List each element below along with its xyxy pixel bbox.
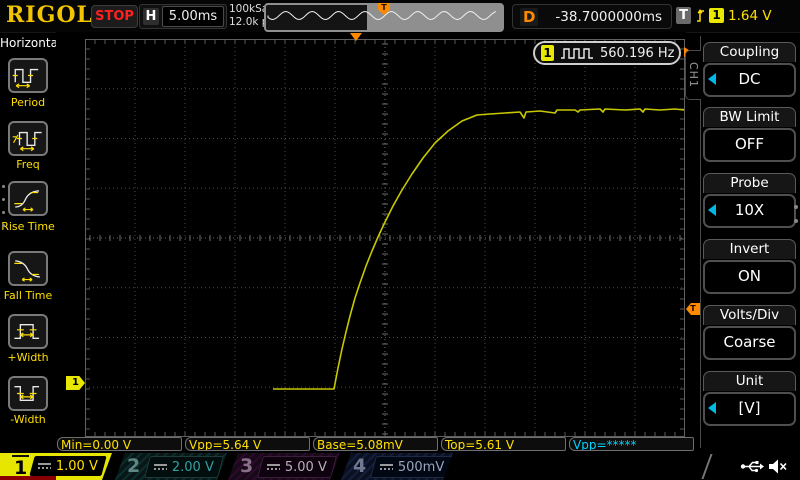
- left-scroll-dot: [2, 224, 5, 227]
- trigger-position-marker[interactable]: [350, 33, 362, 41]
- brand-logo: RIGOL: [6, 2, 93, 28]
- horizontal-label: H: [143, 8, 159, 25]
- frequency-counter: 1 560.196 Hz: [533, 41, 681, 65]
- measurement-top[interactable]: Top=5.61 V: [441, 437, 566, 451]
- minus-width-label: -Width: [0, 413, 56, 426]
- channel-2-digit: 2: [127, 455, 140, 477]
- freq-icon: [11, 125, 45, 152]
- trigger-level-marker[interactable]: T: [686, 303, 700, 315]
- graticule-and-trace: [85, 39, 685, 437]
- rising-edge-icon: [695, 7, 705, 24]
- freq-button[interactable]: [8, 121, 48, 156]
- counter-value: 560.196 Hz: [600, 46, 675, 61]
- selector-arrow-icon: [708, 204, 716, 216]
- coupling-value[interactable]: DC: [703, 63, 796, 97]
- softkey-probe[interactable]: Probe 10X: [703, 173, 796, 228]
- softkey-coupling[interactable]: Coupling DC: [703, 42, 796, 97]
- channel-4-tab[interactable]: 4 500mV: [341, 453, 453, 480]
- delay-readout: D -38.7000000ms: [512, 4, 672, 29]
- freq-label: Freq: [0, 158, 56, 171]
- usb-icon: [740, 458, 766, 475]
- right-menu-channel-tab: CH1: [685, 50, 701, 100]
- fall-time-icon: [11, 255, 45, 282]
- channel-tab-label: CH1: [687, 62, 700, 88]
- unit-label: Unit: [703, 371, 796, 391]
- softkey-unit[interactable]: Unit [V]: [703, 371, 796, 426]
- channel-3-scale-box: 5.00 V: [257, 456, 337, 478]
- left-menu-title: Horizontal: [0, 36, 56, 50]
- softkey-bw-limit[interactable]: BW Limit OFF: [703, 107, 796, 162]
- channel-1-underline: [0, 476, 56, 480]
- softkey-invert[interactable]: Invert ON: [703, 239, 796, 294]
- trigger-label: T: [676, 7, 691, 24]
- fall-time-button[interactable]: [8, 251, 48, 286]
- minus-width-icon: [11, 380, 45, 407]
- measurement-min[interactable]: Min=0.00 V: [57, 437, 182, 451]
- bw-limit-value[interactable]: OFF: [703, 128, 796, 162]
- fall-time-label: Fall Time: [0, 289, 56, 302]
- volts-div-value[interactable]: Coarse: [703, 326, 796, 360]
- period-button[interactable]: [8, 58, 48, 93]
- top-status-bar: RIGOL STOP H 5.00ms 100kSa/s 12.0k pts T…: [0, 0, 800, 33]
- volts-div-label: Volts/Div: [703, 305, 796, 325]
- channel-4-scale-box: 500mV: [370, 456, 454, 478]
- left-scroll-dot: [2, 198, 5, 201]
- measurement-vpp[interactable]: Vpp=5.64 V: [185, 437, 310, 451]
- measurement-vpp2[interactable]: Vpp=*****: [569, 437, 694, 451]
- plus-width-icon: [11, 318, 45, 345]
- run-state-badge: STOP: [91, 5, 138, 28]
- dc-coupling-icon: [154, 464, 167, 470]
- horizontal-scale-value: 5.00ms: [162, 6, 224, 27]
- probe-label: Probe: [703, 173, 796, 193]
- softkey-volts-div[interactable]: Volts/Div Coarse: [703, 305, 796, 360]
- delay-value: -38.7000000ms: [546, 9, 671, 25]
- period-label: Period: [0, 96, 56, 109]
- measurement-bar: Min=0.00 V Vpp=5.64 V Base=5.08mV Top=5.…: [57, 437, 694, 451]
- rise-time-button[interactable]: [8, 181, 48, 216]
- trigger-level-value: 1.64 V: [728, 8, 772, 24]
- dc-coupling-icon: [38, 463, 51, 469]
- speaker-muted-icon: [768, 457, 788, 476]
- channel-1-scale-box: 1.00 V: [29, 456, 106, 476]
- rise-time-label: Rise Time: [0, 220, 56, 233]
- waveform-display: 1 560.196 Hz 1 Min=0.00 V Vpp=5.64 V Bas…: [56, 32, 686, 452]
- counter-channel-badge: 1: [541, 45, 554, 61]
- ch1-ground-marker[interactable]: 1: [66, 376, 85, 390]
- probe-value[interactable]: 10X: [703, 194, 796, 228]
- channel-3-tab[interactable]: 3 5.00 V: [228, 453, 340, 480]
- waveform-position-preview[interactable]: T: [264, 3, 504, 32]
- channel-status-bar: 1 1.00 V 2 2.00 V 3 5.00 V 4 500mV: [0, 453, 800, 480]
- invert-label: Invert: [703, 239, 796, 259]
- left-scroll-dot: [2, 211, 5, 214]
- plus-width-label: +Width: [0, 351, 56, 364]
- channel-3-digit: 3: [240, 455, 253, 477]
- channel-2-tab[interactable]: 2 2.00 V: [115, 453, 227, 480]
- measurement-base[interactable]: Base=5.08mV: [313, 437, 438, 451]
- minus-width-button[interactable]: [8, 376, 48, 411]
- invert-value[interactable]: ON: [703, 260, 796, 294]
- unit-value[interactable]: [V]: [703, 392, 796, 426]
- trigger-source-badge: 1: [709, 8, 724, 23]
- bottom-divider: [701, 454, 712, 479]
- plus-width-button[interactable]: [8, 314, 48, 349]
- menu-page-dot: [794, 219, 798, 223]
- rise-time-icon: [11, 185, 45, 212]
- menu-page-dot: [794, 205, 798, 209]
- coupling-label: Coupling: [703, 42, 796, 62]
- horizontal-scale-box[interactable]: H 5.00ms: [139, 4, 227, 29]
- dc-coupling-icon: [380, 464, 393, 470]
- delay-label: D: [520, 8, 538, 26]
- selector-arrow-icon: [708, 73, 716, 85]
- dc-coupling-icon: [267, 464, 280, 470]
- channel-2-scale-box: 2.00 V: [144, 456, 224, 478]
- square-wave-icon: [560, 46, 594, 60]
- channel-4-digit: 4: [353, 455, 366, 477]
- oscilloscope-screen: RIGOL STOP H 5.00ms 100kSa/s 12.0k pts T…: [0, 0, 800, 480]
- selector-arrow-icon: [708, 402, 716, 414]
- left-scroll-dot: [2, 185, 5, 188]
- bw-limit-label: BW Limit: [703, 107, 796, 127]
- trigger-readout: T 1 1.64 V: [676, 4, 798, 27]
- period-icon: [11, 62, 45, 89]
